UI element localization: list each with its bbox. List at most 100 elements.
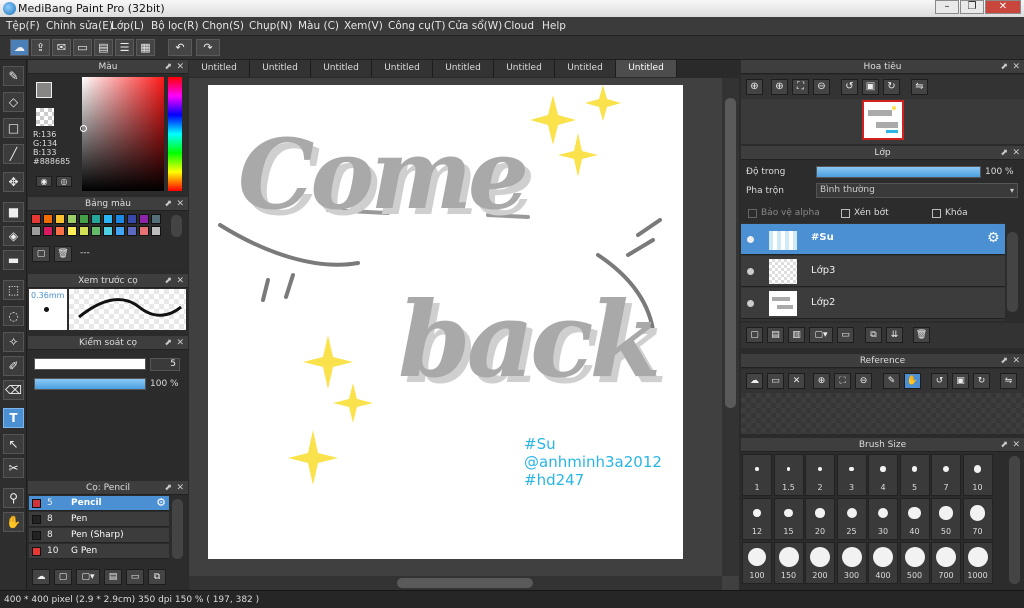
hue-slider[interactable] xyxy=(168,77,182,191)
zoom-fit-icon[interactable]: ⊕ xyxy=(746,79,763,95)
palette-swatch[interactable] xyxy=(127,226,137,236)
zoom-out-icon[interactable]: ⊖ xyxy=(855,373,872,389)
menu-filter[interactable]: Bộ lọc(R) xyxy=(151,17,199,36)
menu-help[interactable]: Help xyxy=(542,17,566,36)
grid-icon[interactable]: ▦ xyxy=(136,39,155,56)
menu-view[interactable]: Xem(V) xyxy=(344,17,383,36)
flip-icon[interactable]: ⇋ xyxy=(911,79,928,95)
magic-wand-tool-icon[interactable]: ✧ xyxy=(3,332,24,352)
layer-folder-icon[interactable]: ▭ xyxy=(837,327,854,343)
undo-icon[interactable]: ↶ xyxy=(168,39,192,56)
rotate-right-icon[interactable]: ↻ xyxy=(973,373,990,389)
brush-size-cell[interactable]: 5 xyxy=(899,454,930,496)
palette-swatch[interactable] xyxy=(115,226,125,236)
palette-swatch[interactable] xyxy=(139,214,149,224)
brush-size-cell[interactable]: 1.5 xyxy=(773,454,804,496)
cloud-icon[interactable]: ☁ xyxy=(10,39,29,56)
palette-swatch[interactable] xyxy=(67,214,77,224)
new-palette-icon[interactable]: ▢ xyxy=(32,246,50,262)
menu-file[interactable]: Tệp(F) xyxy=(6,17,40,36)
drawing-canvas[interactable]: Come back #Su @anhminh3a2012 #hd247 xyxy=(208,85,683,559)
document-tab[interactable]: Untitled xyxy=(433,60,494,77)
chat-icon[interactable]: ▭ xyxy=(73,39,92,56)
close-reference-icon[interactable]: ✕ xyxy=(788,373,805,389)
lasso-tool-icon[interactable]: ◌ xyxy=(3,306,24,326)
layer-scrollbar[interactable] xyxy=(1007,232,1018,312)
zoom-out-icon[interactable]: ⊖ xyxy=(813,79,830,95)
layer-row[interactable]: Lớp3 xyxy=(741,256,1005,287)
brush-size-cell[interactable]: 1000 xyxy=(962,542,993,584)
undock-icon[interactable]: ⬈ xyxy=(1000,438,1008,452)
palette-swatch[interactable] xyxy=(67,226,77,236)
layer-row[interactable]: Lớp2 xyxy=(741,288,1005,319)
panel-close-icon[interactable]: ✕ xyxy=(1012,438,1020,452)
menu-snap[interactable]: Chụp(N) xyxy=(249,17,292,36)
eyedropper-icon[interactable]: ✎ xyxy=(883,373,900,389)
add-brush-icon[interactable]: ▢▾ xyxy=(76,569,100,585)
duplicate-layer-icon[interactable]: ⧉ xyxy=(865,327,882,343)
rotate-left-icon[interactable]: ↺ xyxy=(841,79,858,95)
panel-close-icon[interactable]: ✕ xyxy=(1012,60,1020,74)
palette-swatch[interactable] xyxy=(151,214,161,224)
minimize-button[interactable]: – xyxy=(935,0,959,14)
brush-size-cell[interactable]: 20 xyxy=(805,498,835,540)
palette-swatch[interactable] xyxy=(139,226,149,236)
horizontal-scrollbar[interactable] xyxy=(189,576,722,590)
brush-size-value[interactable]: 5 xyxy=(150,358,180,371)
palette-swatch[interactable] xyxy=(31,226,41,236)
brush-size-cell[interactable]: 25 xyxy=(836,498,867,540)
brush-size-cell[interactable]: 70 xyxy=(962,498,993,540)
brush-size-cell[interactable]: 30 xyxy=(868,498,898,540)
merge-layer-icon[interactable]: ⇊ xyxy=(886,327,903,343)
cloud-reference-icon[interactable]: ☁ xyxy=(746,373,763,389)
brush-size-cell[interactable]: 150 xyxy=(773,542,804,584)
brush-size-cell[interactable]: 12 xyxy=(742,498,772,540)
document-tab[interactable]: Untitled xyxy=(494,60,555,77)
navigator-thumbnail[interactable] xyxy=(862,100,904,140)
brush-size-scrollbar[interactable] xyxy=(1009,456,1020,584)
transparent-color-swatch[interactable] xyxy=(36,108,54,126)
open-folder-icon[interactable]: ▭ xyxy=(767,373,784,389)
select-rect-tool-icon[interactable]: ⬚ xyxy=(3,280,24,300)
brush-size-cell[interactable]: 500 xyxy=(899,542,930,584)
palette-icon[interactable]: ◉ xyxy=(36,176,52,187)
line-tool-icon[interactable]: ╱ xyxy=(3,144,24,164)
move-tool-icon[interactable]: ✥ xyxy=(3,172,24,192)
flip-icon[interactable]: ⇋ xyxy=(1000,373,1017,389)
text-tool-icon[interactable]: T xyxy=(3,408,24,428)
protect-alpha-checkbox[interactable] xyxy=(748,209,757,218)
delete-palette-icon[interactable]: 🗑 xyxy=(54,246,72,262)
layer-row-selected[interactable]: #Su ⚙ xyxy=(741,224,1005,255)
select-pen-tool-icon[interactable]: ✐ xyxy=(3,356,24,376)
list-icon[interactable]: ☰ xyxy=(115,39,134,56)
panel-close-icon[interactable]: ✕ xyxy=(176,197,184,211)
brush-size-cell[interactable]: 700 xyxy=(931,542,961,584)
undock-icon[interactable]: ⬈ xyxy=(164,336,172,350)
eye-icon[interactable] xyxy=(747,236,754,243)
menu-cloud[interactable]: Cloud xyxy=(504,17,534,36)
color-picker-icon[interactable]: ◎ xyxy=(56,176,72,187)
brush-size-cell[interactable]: 100 xyxy=(742,542,772,584)
rotate-left-icon[interactable]: ↺ xyxy=(931,373,948,389)
eye-icon[interactable] xyxy=(747,300,754,307)
menu-select[interactable]: Chọn(S) xyxy=(202,17,244,36)
maximize-button[interactable]: ❐ xyxy=(960,0,984,14)
document-tab[interactable]: Untitled xyxy=(250,60,311,77)
menu-tools[interactable]: Công cụ(T) xyxy=(388,17,445,36)
palette-swatch[interactable] xyxy=(79,214,89,224)
brush-size-cell[interactable]: 40 xyxy=(899,498,930,540)
fit-window-icon[interactable]: ⛶ xyxy=(792,79,809,95)
bucket-tool-icon[interactable]: ◈ xyxy=(3,226,24,246)
new-1bit-layer-icon[interactable]: ▥ xyxy=(788,327,805,343)
rotate-reset-icon[interactable]: ▣ xyxy=(952,373,969,389)
zoom-in-icon[interactable]: ⊕ xyxy=(771,79,788,95)
menu-edit[interactable]: Chỉnh sửa(E) xyxy=(46,17,113,36)
document-tab[interactable]: Untitled xyxy=(372,60,433,77)
undock-icon[interactable]: ⬈ xyxy=(164,197,172,211)
brush-size-cell[interactable]: 50 xyxy=(931,498,961,540)
brush-size-cell[interactable]: 7 xyxy=(931,454,961,496)
divide-tool-icon[interactable]: ✂ xyxy=(3,458,24,478)
hand-icon[interactable]: ✋ xyxy=(904,373,921,389)
brush-opacity-slider[interactable] xyxy=(34,378,146,390)
eye-icon[interactable] xyxy=(747,268,754,275)
